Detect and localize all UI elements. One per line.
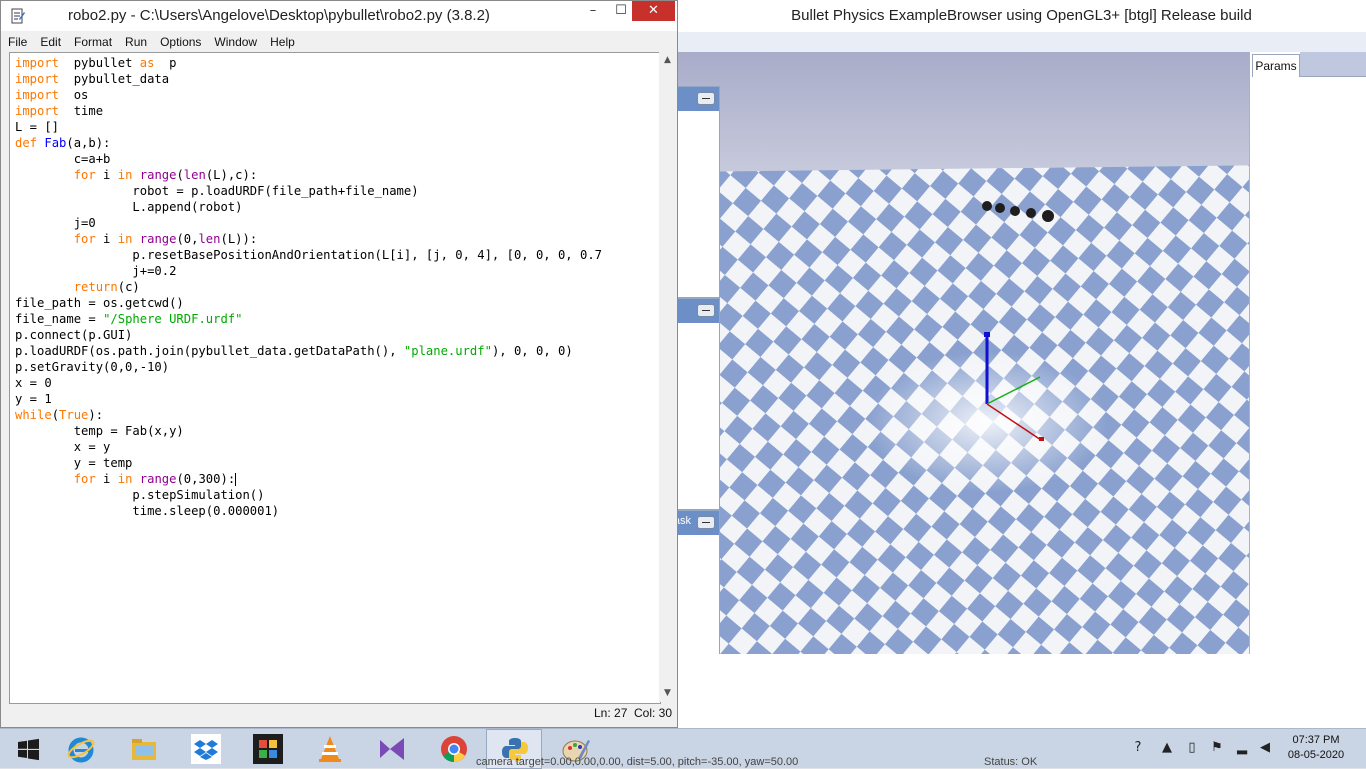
- code-line: import pybullet_data: [15, 72, 170, 86]
- file-explorer-icon: [132, 739, 156, 760]
- code-line: p.loadURDF(os.path.join(pybullet_data.ge…: [15, 344, 573, 358]
- menu-help[interactable]: Help: [263, 32, 301, 52]
- code-text: import pybullet as p import pybullet_data…: [15, 55, 602, 519]
- code-line: L = []: [15, 120, 60, 134]
- menu-bar: File Edit Format Run Options Window Help: [1, 31, 677, 51]
- code-line: time.sleep(0.000001): [15, 504, 280, 518]
- taskbar: camera target=0.00,0.00,0.00, dist=5.00,…: [0, 728, 1366, 769]
- bullet-status-text: Status: OK: [984, 756, 1038, 768]
- taskbar-vlc[interactable]: [302, 729, 358, 769]
- windows-logo-icon: [18, 738, 39, 761]
- menu-edit[interactable]: Edit: [33, 32, 67, 52]
- close-button[interactable]: ✕: [632, 1, 675, 21]
- chrome-icon: [441, 736, 467, 762]
- code-line: L.append(robot): [15, 200, 243, 214]
- taskbar-dropbox[interactable]: [178, 729, 234, 769]
- bullet-browser-window: Bullet Physics ExampleBrowser using Open…: [677, 0, 1366, 728]
- code-line: p.connect(p.GUI): [15, 328, 133, 342]
- taskbar-internet-explorer[interactable]: [53, 729, 109, 769]
- system-clock[interactable]: 07:37 PM 08-05-2020: [1286, 733, 1346, 763]
- taskbar-file-explorer[interactable]: [116, 729, 172, 769]
- menu-run[interactable]: Run: [118, 32, 153, 52]
- vlc-icon: [319, 736, 341, 762]
- code-line: return(c): [73, 280, 140, 294]
- flag-icon[interactable]: ⚑: [1208, 739, 1226, 757]
- code-line: robot = p.loadURDF(file_path+file_name): [15, 184, 419, 198]
- puzzle-app-icon: [253, 734, 283, 764]
- menu-format[interactable]: Format: [67, 32, 118, 52]
- code-line: x = y: [15, 440, 111, 454]
- window-title: robo2.py - C:\Users\Angelove\Desktop\pyb…: [68, 7, 490, 24]
- code-line: while(True):: [15, 408, 104, 422]
- taskbar-visual-studio[interactable]: [364, 729, 420, 769]
- code-line: p.resetBasePositionAndOrientation(L[i], …: [15, 248, 602, 262]
- bullet-status-area: [677, 654, 1366, 728]
- params-panel: Params: [1249, 52, 1366, 654]
- code-line: import pybullet as p: [15, 56, 177, 70]
- code-line: temp = Fab(x,y): [15, 424, 184, 438]
- battery-icon[interactable]: ▯: [1183, 739, 1201, 757]
- code-line: for i in range(0,300):: [73, 472, 237, 486]
- code-line: x = 0: [15, 376, 52, 390]
- vertical-scrollbar[interactable]: ▲ ▼: [659, 52, 676, 702]
- chevron-up-icon[interactable]: ▲: [1158, 739, 1176, 757]
- scroll-up-arrow-icon[interactable]: ▲: [659, 52, 676, 69]
- text-cursor: [235, 473, 237, 486]
- code-line: import time: [15, 104, 104, 118]
- code-line: for i in range(0,len(L)):: [73, 232, 258, 246]
- start-button[interactable]: [0, 729, 56, 769]
- scroll-down-arrow-icon[interactable]: ▼: [659, 685, 676, 702]
- code-line: import os: [15, 88, 89, 102]
- panel-3-label: ask: [677, 515, 691, 527]
- network-signal-icon[interactable]: ▂: [1233, 739, 1251, 757]
- code-line: for i in range(len(L),c):: [73, 168, 258, 182]
- visual-studio-icon: [380, 738, 404, 760]
- line-number: Ln: 27: [594, 706, 628, 720]
- idle-editor-window: robo2.py - C:\Users\Angelove\Desktop\pyb…: [0, 0, 678, 728]
- clock-time: 07:37 PM: [1292, 734, 1340, 746]
- internet-explorer-icon: [67, 737, 95, 763]
- camera-status-text: camera target=0.00,0.00,0.00, dist=5.00,…: [476, 756, 799, 768]
- code-line: p.stepSimulation(): [15, 488, 265, 502]
- menu-file[interactable]: File: [1, 32, 33, 52]
- bullet-title: Bullet Physics ExampleBrowser using Open…: [677, 0, 1366, 32]
- panel-minimize-button[interactable]: [697, 92, 715, 105]
- volume-icon[interactable]: ◀: [1256, 739, 1274, 757]
- dropbox-icon: [191, 734, 221, 764]
- code-editor[interactable]: import pybullet as p import pybullet_data…: [9, 52, 661, 704]
- column-number: Col: 30: [634, 706, 673, 720]
- code-line: file_path = os.getcwd(): [15, 296, 184, 310]
- code-line: y = 1: [15, 392, 52, 406]
- code-line: j=0: [15, 216, 96, 230]
- code-line: def Fab(a,b):: [15, 136, 111, 150]
- code-line: j+=0.2: [15, 264, 177, 278]
- taskbar-chrome[interactable]: [426, 729, 482, 769]
- menu-window[interactable]: Window: [207, 32, 263, 52]
- idle-titlebar[interactable]: robo2.py - C:\Users\Angelove\Desktop\pyb…: [1, 1, 677, 31]
- gui-panel-3: ask: [677, 510, 720, 654]
- code-line: file_name = "/Sphere URDF.urdf": [15, 312, 243, 326]
- taskbar-puzzle-app[interactable]: [240, 729, 296, 769]
- code-line: p.setGravity(0,0,-10): [15, 360, 170, 374]
- code-line: c=a+b: [15, 152, 111, 166]
- menu-options[interactable]: Options: [153, 32, 207, 52]
- gui-panel-1: [677, 86, 720, 298]
- simulation-viewport[interactable]: ask Params: [677, 52, 1366, 654]
- editor-status-bar: Ln: 27 Col: 30: [1, 704, 677, 726]
- gui-panel-2: [677, 298, 720, 510]
- code-line: y = temp: [15, 456, 133, 470]
- clock-date: 08-05-2020: [1287, 749, 1345, 761]
- panel-minimize-button[interactable]: [697, 516, 715, 529]
- help-icon[interactable]: ?: [1129, 739, 1147, 757]
- bullet-menu-strip: [677, 32, 1366, 53]
- panel-minimize-button[interactable]: [697, 304, 715, 317]
- tab-params[interactable]: Params: [1252, 54, 1300, 77]
- minimize-button[interactable]: –: [578, 1, 608, 21]
